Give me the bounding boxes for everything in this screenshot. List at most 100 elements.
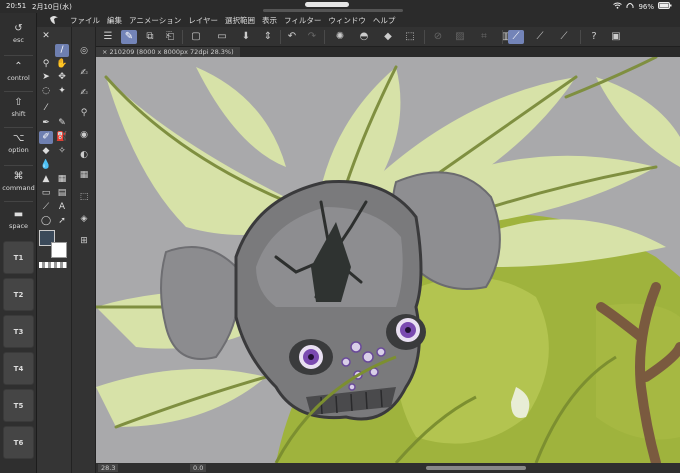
navigator-icon[interactable]: ◎ [77, 45, 91, 58]
sub-tool-icon[interactable]: ✍ [77, 67, 91, 80]
open-file-icon[interactable]: ▭ [214, 30, 230, 44]
status-time: 20:51 [6, 2, 27, 10]
gradient-icon[interactable]: ▦ [55, 173, 69, 186]
clear-icon[interactable]: ✺ [332, 30, 348, 44]
sub-color-chip[interactable] [51, 242, 67, 258]
ruler-icon[interactable]: ⟋ [39, 201, 53, 214]
frame-icon[interactable]: ▤ [55, 187, 69, 200]
menu-filter[interactable]: フィルター [284, 15, 321, 26]
menu-file[interactable]: ファイル [70, 15, 100, 26]
menu-bar: ファイル 編集 アニメーション レイヤー 選択範囲 表示 フィルター ウィンドウ… [40, 13, 680, 27]
divider [280, 30, 281, 44]
snap-icon[interactable]: ⟋ [556, 30, 572, 44]
brush-panel-icon[interactable]: ✎ [121, 30, 137, 44]
esc-icon: ↺ [14, 23, 23, 34]
stabilizer-icon[interactable]: ⟋ [508, 30, 524, 44]
divider [4, 127, 33, 128]
eyedropper-icon[interactable]: ⁄ [39, 102, 53, 115]
export-icon[interactable]: ⇕ [260, 30, 276, 44]
option-key[interactable]: ⌥ option [0, 133, 37, 154]
horizontal-scrollbar[interactable] [426, 466, 526, 470]
space-key[interactable]: ▬ space [0, 209, 37, 230]
redo-icon[interactable]: ↷ [304, 30, 320, 44]
color-slider-icon[interactable]: ◐ [77, 149, 91, 162]
decoration-icon[interactable]: ✧ [55, 145, 69, 158]
menu-help[interactable]: ヘルプ [373, 15, 396, 26]
esc-key[interactable]: ↺ esc [0, 23, 37, 44]
color-wheel-icon[interactable]: ◉ [77, 129, 91, 142]
menu-selection[interactable]: 選択範囲 [225, 15, 255, 26]
close-icon[interactable]: ✕ [39, 30, 53, 43]
t3-key[interactable]: T3 [3, 315, 34, 348]
transform-icon[interactable]: ⬚ [402, 30, 418, 44]
rotation-value[interactable]: 0.0 [190, 464, 207, 472]
transparent-color-chip[interactable] [39, 262, 67, 268]
hamburger-icon[interactable]: ☰ [100, 30, 116, 44]
shift-key[interactable]: ⇧ shift [0, 97, 37, 118]
text-tool-icon[interactable]: A [55, 201, 69, 214]
brush-tool-icon[interactable]: ✐ [39, 131, 53, 144]
magic-wand-icon[interactable]: ✦ [55, 85, 69, 98]
crop-icon[interactable]: ⌗ [476, 30, 492, 44]
pressure-icon[interactable]: ⟋ [532, 30, 548, 44]
fill-selection-icon[interactable]: ◆ [380, 30, 396, 44]
eraser-icon[interactable]: ◆ [39, 145, 53, 158]
t4-key[interactable]: T4 [3, 352, 34, 385]
menu-edit[interactable]: 編集 [107, 15, 122, 26]
command-key[interactable]: ⌘ command [0, 171, 37, 192]
t2-key[interactable]: T2 [3, 278, 34, 311]
ios-status-bar: 20:51 2月10日(水) 96% [0, 0, 680, 13]
menu-animation[interactable]: アニメーション [129, 15, 181, 26]
app-logo-icon[interactable] [48, 14, 60, 26]
brush-size-icon[interactable]: ⚲ [77, 107, 91, 120]
drawing-canvas[interactable] [96, 57, 680, 463]
history-icon[interactable]: ⎗ [162, 30, 178, 44]
shift-label: shift [11, 110, 26, 118]
menu-view[interactable]: 表示 [262, 15, 277, 26]
airbrush-icon[interactable]: ⛽ [55, 131, 69, 144]
control-key[interactable]: ⌃ control [0, 61, 37, 82]
new-file-icon[interactable]: ▢ [188, 30, 204, 44]
color-set-icon[interactable]: ▦ [77, 169, 91, 182]
tab-close-icon[interactable]: × [102, 48, 107, 56]
deselect-icon[interactable]: ⊘ [430, 30, 446, 44]
hand-tool-icon[interactable]: ✋ [55, 58, 69, 71]
pen-tool-icon[interactable]: / [55, 44, 69, 57]
balloon-icon[interactable]: ◯ [39, 215, 53, 228]
divider [4, 201, 33, 202]
document-title: 210209 (8000 x 8000px 72dpi 28.3%) [109, 48, 234, 56]
document-tabs: × 210209 (8000 x 8000px 72dpi 28.3%) [96, 47, 680, 57]
fill-bucket-icon[interactable]: ▲ [39, 173, 53, 186]
invert-selection-icon[interactable]: ▨ [452, 30, 468, 44]
tool-property-icon[interactable]: ✍ [77, 87, 91, 100]
zoom-tool-icon[interactable]: ⚲ [39, 58, 53, 71]
menu-layer[interactable]: レイヤー [188, 15, 218, 26]
zoom-value[interactable]: 28.3 [98, 464, 119, 472]
document-tab[interactable]: × 210209 (8000 x 8000px 72dpi 28.3%) [96, 47, 240, 57]
lasso-tool-icon[interactable]: ◌ [39, 85, 53, 98]
divider [182, 30, 183, 44]
fill-icon[interactable]: ◓ [356, 30, 372, 44]
layer-icon[interactable]: ◈ [77, 213, 91, 226]
layers-panel-icon[interactable]: ⧉ [142, 30, 158, 44]
move-tool-icon[interactable]: ✥ [55, 71, 69, 84]
menu-window[interactable]: ウィンドウ [328, 15, 366, 26]
help-icon[interactable]: ? [586, 30, 602, 44]
headphones-icon [626, 2, 634, 11]
material-icon[interactable]: ⊞ [77, 235, 91, 248]
status-icons: 96% [613, 2, 672, 11]
operation-tool-icon[interactable]: ➤ [39, 71, 53, 84]
companion-icon[interactable]: ▣ [608, 30, 624, 44]
t6-key[interactable]: T6 [3, 426, 34, 459]
t1-key[interactable]: T1 [3, 241, 34, 274]
undo-icon[interactable]: ↶ [284, 30, 300, 44]
save-icon[interactable]: ⬇ [238, 30, 254, 44]
t5-key[interactable]: T5 [3, 389, 34, 422]
pen-icon[interactable]: ✒ [39, 117, 53, 130]
pencil-icon[interactable]: ✎ [55, 117, 69, 130]
correct-line-icon[interactable]: ➚ [55, 215, 69, 228]
battery-icon [658, 2, 672, 11]
figure-tool-icon[interactable]: ▭ [39, 187, 53, 200]
blend-icon[interactable]: 💧 [39, 159, 53, 172]
layer-property-icon[interactable]: ⬚ [77, 191, 91, 204]
